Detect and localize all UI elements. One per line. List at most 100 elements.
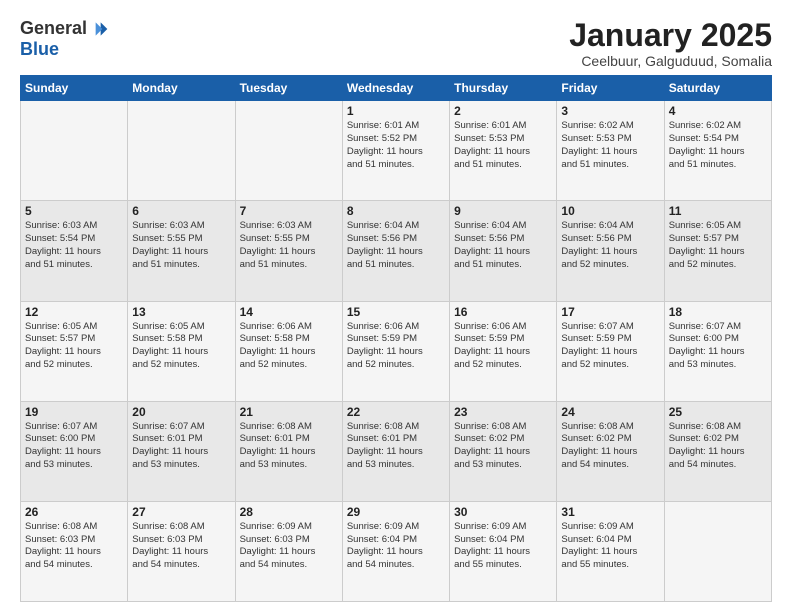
calendar-cell: 30 Sunrise: 6:09 AM Sunset: 6:04 PM Dayli…: [450, 501, 557, 601]
logo: General Blue: [20, 18, 109, 60]
cell-info: Sunrise: 6:06 AM Sunset: 5:59 PM Dayligh…: [454, 321, 552, 372]
calendar-cell: 16 Sunrise: 6:06 AM Sunset: 5:59 PM Dayli…: [450, 301, 557, 401]
cell-info: Sunrise: 6:07 AM Sunset: 6:00 PM Dayligh…: [669, 321, 767, 372]
calendar-header-thursday: Thursday: [450, 76, 557, 101]
cell-info: Sunrise: 6:05 AM Sunset: 5:57 PM Dayligh…: [25, 321, 123, 372]
calendar-cell: 7 Sunrise: 6:03 AM Sunset: 5:55 PM Daylig…: [235, 201, 342, 301]
calendar-header-saturday: Saturday: [664, 76, 771, 101]
calendar-cell: 15Sunrise: 6:06 AM Sunset: 5:59 PM Dayli…: [342, 301, 449, 401]
cell-info: Sunrise: 6:04 AM Sunset: 5:56 PM Dayligh…: [347, 220, 445, 271]
cell-info: Sunrise: 6:06 AM Sunset: 5:58 PM Dayligh…: [240, 321, 338, 372]
calendar-cell: 17 Sunrise: 6:07 AM Sunset: 5:59 PM Dayli…: [557, 301, 664, 401]
title-section: January 2025 Ceelbuur, Galguduud, Somali…: [569, 18, 772, 69]
calendar-cell: 23 Sunrise: 6:08 AM Sunset: 6:02 PM Dayli…: [450, 401, 557, 501]
day-number: 2: [454, 104, 552, 118]
calendar-cell: 8 Sunrise: 6:04 AM Sunset: 5:56 PM Daylig…: [342, 201, 449, 301]
cell-info: Sunrise: 6:04 AM Sunset: 5:56 PM Dayligh…: [561, 220, 659, 271]
calendar-cell: 1Sunrise: 6:01 AM Sunset: 5:52 PM Daylig…: [342, 101, 449, 201]
day-number: 21: [240, 405, 338, 419]
calendar-cell: 13 Sunrise: 6:05 AM Sunset: 5:58 PM Dayli…: [128, 301, 235, 401]
calendar-cell: 14 Sunrise: 6:06 AM Sunset: 5:58 PM Dayli…: [235, 301, 342, 401]
cell-info: Sunrise: 6:09 AM Sunset: 6:04 PM Dayligh…: [454, 521, 552, 572]
cell-info: Sunrise: 6:09 AM Sunset: 6:04 PM Dayligh…: [561, 521, 659, 572]
day-number: 17: [561, 305, 659, 319]
page: General Blue January 2025 Ceelbuur, Galg…: [0, 0, 792, 612]
calendar: SundayMondayTuesdayWednesdayThursdayFrid…: [20, 75, 772, 602]
cell-info: Sunrise: 6:08 AM Sunset: 6:01 PM Dayligh…: [347, 421, 445, 472]
day-number: 8: [347, 204, 445, 218]
cell-info: Sunrise: 6:07 AM Sunset: 6:01 PM Dayligh…: [132, 421, 230, 472]
calendar-cell: [664, 501, 771, 601]
day-number: 18: [669, 305, 767, 319]
calendar-week-row: 5Sunrise: 6:03 AM Sunset: 5:54 PM Daylig…: [21, 201, 772, 301]
calendar-cell: 24 Sunrise: 6:08 AM Sunset: 6:02 PM Dayli…: [557, 401, 664, 501]
calendar-cell: 6Sunrise: 6:03 AM Sunset: 5:55 PM Daylig…: [128, 201, 235, 301]
day-number: 14: [240, 305, 338, 319]
cell-info: Sunrise: 6:07 AM Sunset: 6:00 PM Dayligh…: [25, 421, 123, 472]
cell-info: Sunrise: 6:05 AM Sunset: 5:58 PM Dayligh…: [132, 321, 230, 372]
day-number: 3: [561, 104, 659, 118]
calendar-cell: [21, 101, 128, 201]
calendar-cell: 2 Sunrise: 6:01 AM Sunset: 5:53 PM Daylig…: [450, 101, 557, 201]
day-number: 20: [132, 405, 230, 419]
cell-info: Sunrise: 6:03 AM Sunset: 5:54 PM Dayligh…: [25, 220, 123, 271]
cell-info: Sunrise: 6:04 AM Sunset: 5:56 PM Dayligh…: [454, 220, 552, 271]
logo-blue-text: Blue: [20, 39, 59, 60]
cell-info: Sunrise: 6:03 AM Sunset: 5:55 PM Dayligh…: [240, 220, 338, 271]
month-title: January 2025: [569, 18, 772, 53]
day-number: 13: [132, 305, 230, 319]
calendar-cell: 22 Sunrise: 6:08 AM Sunset: 6:01 PM Dayli…: [342, 401, 449, 501]
calendar-week-row: 19 Sunrise: 6:07 AM Sunset: 6:00 PM Dayli…: [21, 401, 772, 501]
calendar-cell: 31Sunrise: 6:09 AM Sunset: 6:04 PM Dayli…: [557, 501, 664, 601]
calendar-cell: 19 Sunrise: 6:07 AM Sunset: 6:00 PM Dayli…: [21, 401, 128, 501]
logo-general-text: General: [20, 18, 87, 39]
calendar-cell: 20 Sunrise: 6:07 AM Sunset: 6:01 PM Dayli…: [128, 401, 235, 501]
calendar-cell: 11Sunrise: 6:05 AM Sunset: 5:57 PM Dayli…: [664, 201, 771, 301]
day-number: 29: [347, 505, 445, 519]
day-number: 7: [240, 204, 338, 218]
cell-info: Sunrise: 6:02 AM Sunset: 5:53 PM Dayligh…: [561, 120, 659, 171]
cell-info: Sunrise: 6:08 AM Sunset: 6:02 PM Dayligh…: [561, 421, 659, 472]
day-number: 22: [347, 405, 445, 419]
calendar-header-tuesday: Tuesday: [235, 76, 342, 101]
day-number: 24: [561, 405, 659, 419]
day-number: 12: [25, 305, 123, 319]
day-number: 25: [669, 405, 767, 419]
cell-info: Sunrise: 6:09 AM Sunset: 6:04 PM Dayligh…: [347, 521, 445, 572]
cell-info: Sunrise: 6:09 AM Sunset: 6:03 PM Dayligh…: [240, 521, 338, 572]
cell-info: Sunrise: 6:01 AM Sunset: 5:53 PM Dayligh…: [454, 120, 552, 171]
header: General Blue January 2025 Ceelbuur, Galg…: [20, 18, 772, 69]
cell-info: Sunrise: 6:07 AM Sunset: 5:59 PM Dayligh…: [561, 321, 659, 372]
day-number: 10: [561, 204, 659, 218]
calendar-header-monday: Monday: [128, 76, 235, 101]
day-number: 6: [132, 204, 230, 218]
calendar-cell: 21Sunrise: 6:08 AM Sunset: 6:01 PM Dayli…: [235, 401, 342, 501]
calendar-week-row: 26Sunrise: 6:08 AM Sunset: 6:03 PM Dayli…: [21, 501, 772, 601]
day-number: 28: [240, 505, 338, 519]
day-number: 19: [25, 405, 123, 419]
cell-info: Sunrise: 6:02 AM Sunset: 5:54 PM Dayligh…: [669, 120, 767, 171]
day-number: 16: [454, 305, 552, 319]
day-number: 30: [454, 505, 552, 519]
calendar-header-row: SundayMondayTuesdayWednesdayThursdayFrid…: [21, 76, 772, 101]
calendar-cell: 28 Sunrise: 6:09 AM Sunset: 6:03 PM Dayli…: [235, 501, 342, 601]
logo-icon: [89, 19, 109, 39]
cell-info: Sunrise: 6:08 AM Sunset: 6:03 PM Dayligh…: [132, 521, 230, 572]
cell-info: Sunrise: 6:08 AM Sunset: 6:03 PM Dayligh…: [25, 521, 123, 572]
calendar-cell: [235, 101, 342, 201]
day-number: 27: [132, 505, 230, 519]
calendar-cell: 18 Sunrise: 6:07 AM Sunset: 6:00 PM Dayli…: [664, 301, 771, 401]
day-number: 23: [454, 405, 552, 419]
calendar-cell: [128, 101, 235, 201]
calendar-cell: 12 Sunrise: 6:05 AM Sunset: 5:57 PM Dayli…: [21, 301, 128, 401]
calendar-cell: 25Sunrise: 6:08 AM Sunset: 6:02 PM Dayli…: [664, 401, 771, 501]
calendar-cell: 26Sunrise: 6:08 AM Sunset: 6:03 PM Dayli…: [21, 501, 128, 601]
cell-info: Sunrise: 6:08 AM Sunset: 6:02 PM Dayligh…: [454, 421, 552, 472]
calendar-cell: 5Sunrise: 6:03 AM Sunset: 5:54 PM Daylig…: [21, 201, 128, 301]
calendar-week-row: 12 Sunrise: 6:05 AM Sunset: 5:57 PM Dayli…: [21, 301, 772, 401]
day-number: 9: [454, 204, 552, 218]
day-number: 1: [347, 104, 445, 118]
calendar-cell: 10 Sunrise: 6:04 AM Sunset: 5:56 PM Dayli…: [557, 201, 664, 301]
calendar-cell: 9 Sunrise: 6:04 AM Sunset: 5:56 PM Daylig…: [450, 201, 557, 301]
calendar-cell: 4Sunrise: 6:02 AM Sunset: 5:54 PM Daylig…: [664, 101, 771, 201]
